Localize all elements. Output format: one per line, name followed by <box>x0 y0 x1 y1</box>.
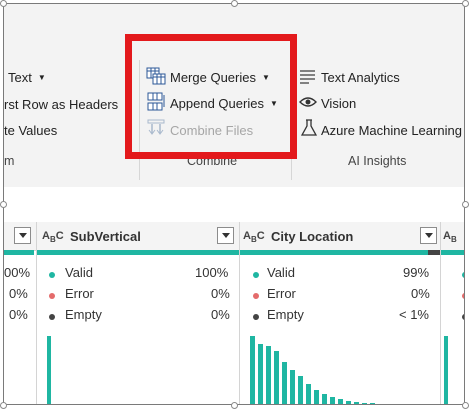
valid-percent: 99% <box>403 265 430 280</box>
text-type-icon[interactable]: AB <box>443 230 457 244</box>
resize-handle[interactable] <box>231 0 238 7</box>
error-percent: 0% <box>9 286 28 301</box>
azure-ml-flask-icon <box>301 119 317 136</box>
empty-dot <box>49 314 55 320</box>
transform-group-label: m <box>4 154 15 168</box>
column-city-location: ABC City Location Valid 99% Error 0% Emp… <box>240 222 440 405</box>
column-partial-right: AB <box>441 222 464 404</box>
column-filter-dropdown[interactable] <box>217 227 234 244</box>
column-header[interactable]: ABC SubVertical <box>37 222 239 251</box>
column-quality-bar <box>37 250 239 255</box>
distribution-bar[interactable] <box>402 404 407 405</box>
text-type-icon[interactable]: ABC <box>42 230 64 244</box>
distribution-bar[interactable] <box>314 390 319 404</box>
distribution-bar[interactable] <box>346 401 351 404</box>
resize-handle[interactable] <box>462 0 469 7</box>
column-header <box>4 222 36 251</box>
chevron-down-icon: ▼ <box>37 73 46 82</box>
empty-label: Empty <box>267 307 304 322</box>
text-type-icon[interactable]: ABC <box>243 230 265 244</box>
column-name: City Location <box>271 229 354 244</box>
distribution-bar[interactable] <box>394 404 399 405</box>
column-subvertical: ABC SubVertical Valid 100% Error 0% Empt… <box>37 222 239 405</box>
resize-handle[interactable] <box>462 201 469 208</box>
empty-dot <box>253 314 259 320</box>
error-percent: 0% <box>411 286 430 301</box>
text-analytics-button[interactable]: Text Analytics <box>321 70 400 85</box>
distribution-bar[interactable] <box>386 404 391 405</box>
valid-dot <box>49 272 55 278</box>
text-dropdown-button[interactable]: Text ▼ <box>8 70 46 85</box>
valid-label: Valid <box>267 265 295 280</box>
vision-button[interactable]: Vision <box>321 96 356 111</box>
distribution-baseline <box>248 404 436 405</box>
error-label: Error <box>267 286 296 301</box>
column-partial-left: 00% 0% 0% <box>4 222 36 404</box>
empty-percent: 0% <box>211 307 230 322</box>
resize-handle[interactable] <box>0 0 7 7</box>
replace-values-button[interactable]: te Values <box>4 123 57 138</box>
column-quality-bar <box>4 250 34 255</box>
column-filter-dropdown[interactable] <box>420 227 437 244</box>
distribution-bar[interactable] <box>338 399 343 404</box>
column-quality-bar <box>441 250 464 255</box>
column-header: AB <box>441 222 464 251</box>
distribution-bar[interactable] <box>274 351 279 404</box>
distribution-bar[interactable] <box>298 376 303 404</box>
distribution-bar[interactable] <box>258 344 263 404</box>
vision-eye-icon <box>299 97 317 107</box>
error-dot <box>462 293 464 299</box>
empty-percent: < 1% <box>399 307 429 322</box>
empty-dot <box>462 314 464 320</box>
distribution-bar[interactable] <box>250 336 255 404</box>
ai-insights-group-label: AI Insights <box>348 154 407 168</box>
error-label: Error <box>65 286 94 301</box>
valid-dot <box>462 272 464 278</box>
query-preview-grid: 00% 0% 0% ABC SubVertical Valid 100% Err… <box>4 187 464 405</box>
empty-percent: 0% <box>9 307 28 322</box>
valid-percent: 00% <box>4 265 31 280</box>
column-header[interactable]: ABC City Location <box>240 222 440 251</box>
distribution-bar[interactable] <box>444 336 448 404</box>
screenshot-frame: Text ▼ rst Row as Headers ▼ te Values m Me… <box>3 3 465 405</box>
error-dot <box>49 293 55 299</box>
resize-handle[interactable] <box>462 402 469 409</box>
text-analytics-icon <box>300 70 315 84</box>
grid-top-strip <box>4 187 464 223</box>
highlight-rectangle <box>125 34 297 159</box>
column-quality-bar-empty <box>428 250 440 255</box>
use-first-row-as-headers-button[interactable]: rst Row as Headers ▼ <box>4 97 132 112</box>
resize-handle[interactable] <box>231 402 238 409</box>
distribution-bar[interactable] <box>47 336 51 404</box>
error-dot <box>253 293 259 299</box>
distribution-bar[interactable] <box>378 404 383 405</box>
empty-label: Empty <box>65 307 102 322</box>
distribution-bar[interactable] <box>306 384 311 404</box>
resize-handle[interactable] <box>0 402 7 409</box>
distribution-bar[interactable] <box>290 370 295 404</box>
valid-label: Valid <box>65 265 93 280</box>
valid-percent: 100% <box>195 265 229 280</box>
distribution-bar[interactable] <box>266 346 271 404</box>
azure-machine-learning-button[interactable]: Azure Machine Learning <box>321 123 462 138</box>
column-filter-dropdown[interactable] <box>14 227 31 244</box>
column-quality-bar <box>240 250 428 255</box>
distribution-baseline <box>53 404 235 405</box>
error-percent: 0% <box>211 286 230 301</box>
distribution-bar[interactable] <box>282 362 287 404</box>
valid-dot <box>253 272 259 278</box>
column-name: SubVertical <box>70 229 141 244</box>
resize-handle[interactable] <box>0 201 7 208</box>
